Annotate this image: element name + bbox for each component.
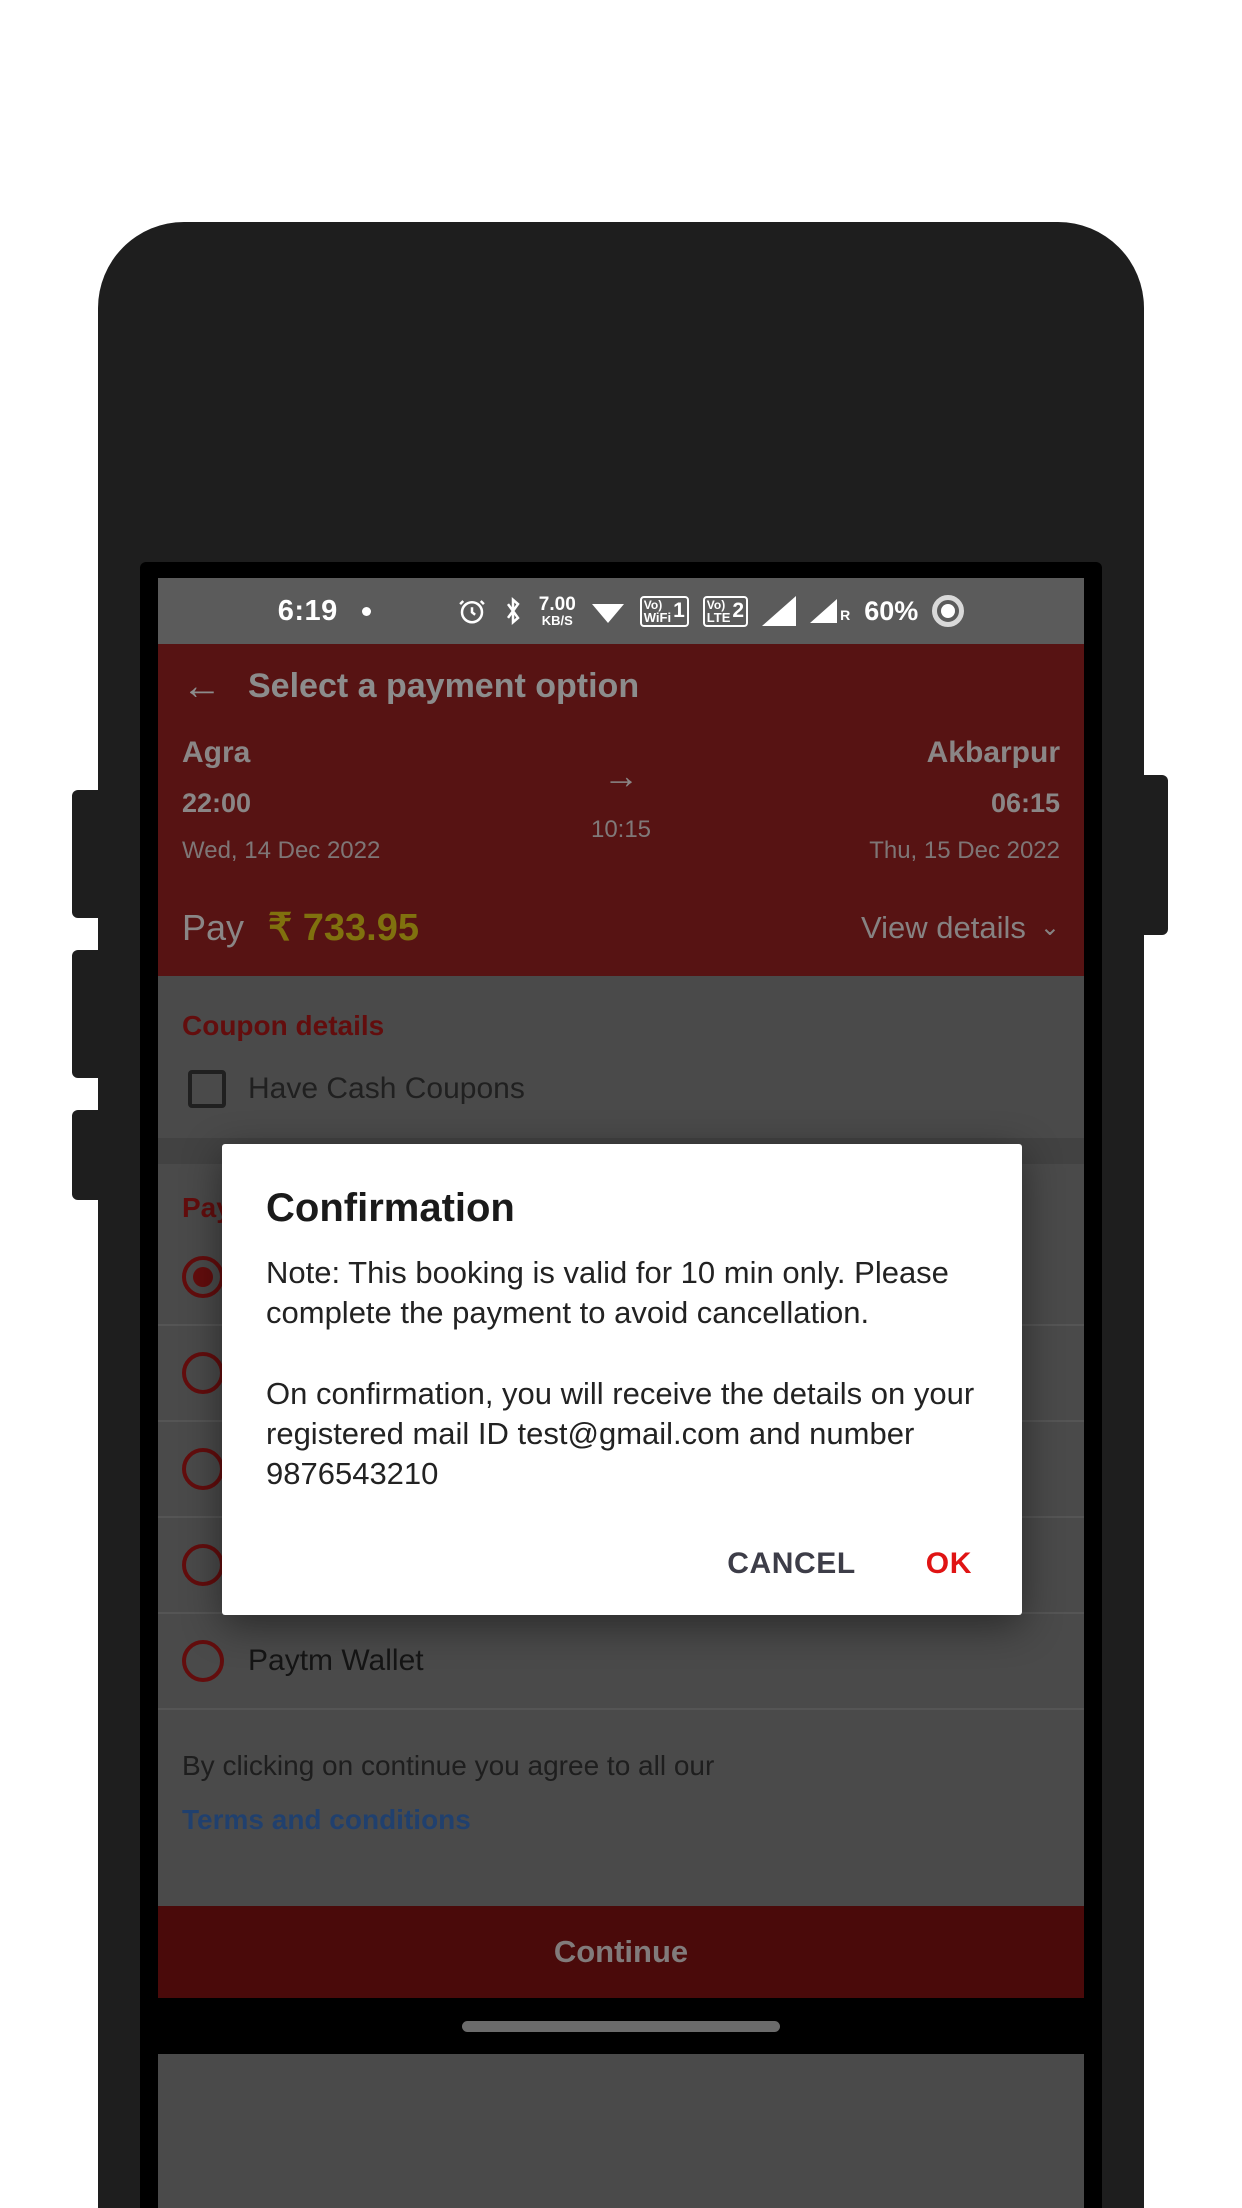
route-middle: → 10:15 [531, 754, 711, 844]
volte-bottom-label: LTE [706, 609, 731, 625]
vowifi-top-label: Vo) [643, 597, 663, 612]
confirmation-dialog: Confirmation Note: This booking is valid… [222, 1144, 1022, 1615]
payment-option-radio[interactable] [182, 1352, 224, 1394]
have-cash-coupons-row[interactable]: Have Cash Coupons [182, 1042, 1060, 1138]
bottom-spacer [158, 1836, 1084, 1906]
volume-down-button[interactable] [72, 950, 102, 1078]
vowifi-sim-number: 1 [673, 599, 685, 622]
pay-amount: ₹ 733.95 [268, 907, 420, 949]
alarm-icon [457, 596, 487, 626]
app-header: ← Select a payment option Agra 22:00 Wed… [158, 644, 1084, 976]
pay-label: Pay [182, 906, 245, 948]
route-summary: Agra 22:00 Wed, 14 Dec 2022 → 10:15 Akba… [182, 736, 1060, 865]
mute-switch-button[interactable] [72, 1110, 102, 1200]
coupon-section-title: Coupon details [182, 1010, 385, 1041]
roaming-label: R [840, 607, 851, 623]
data-rate-unit: KB/S [541, 613, 573, 628]
have-cash-coupons-checkbox[interactable] [188, 1070, 226, 1108]
home-indicator[interactable] [462, 2020, 780, 2032]
signal-strength-sim2-icon: R [810, 599, 850, 623]
pay-summary-row: Pay ₹ 733.95 View details ⌄ [182, 905, 1060, 950]
screenshot-canvas: 6:19 7.00 KB/S Vo) WiFi 1 Vo) LTE 2 R 60… [0, 0, 1242, 2208]
volume-up-button[interactable] [72, 790, 102, 918]
dialog-message: Note: This booking is valid for 10 min o… [266, 1255, 975, 1492]
destination-date: Thu, 15 Dec 2022 [869, 837, 1060, 864]
view-details-label: View details [861, 909, 1026, 945]
dialog-actions: CANCEL OK [266, 1547, 978, 1591]
origin-time: 22:00 [182, 788, 252, 818]
back-arrow-icon[interactable]: ← [182, 666, 222, 706]
page-title: Select a payment option [248, 666, 640, 705]
terms-and-conditions-link[interactable]: Terms and conditions [182, 1804, 1060, 1836]
home-indicator-area [158, 1998, 1084, 2054]
payment-option-radio[interactable] [182, 1448, 224, 1490]
chevron-down-icon: ⌄ [1039, 914, 1060, 941]
notification-dot-icon [361, 606, 371, 616]
coupon-section: Coupon details Have Cash Coupons [158, 976, 1084, 1138]
terms-section: By clicking on continue you agree to all… [158, 1710, 1084, 1836]
battery-percent: 60% [864, 595, 919, 626]
header-title-row: ← Select a payment option [182, 644, 1060, 728]
battery-icon [932, 595, 965, 627]
origin-date: Wed, 14 Dec 2022 [182, 837, 381, 864]
route-destination: Akbarpur 06:15 Thu, 15 Dec 2022 [711, 736, 1060, 865]
volte-top-label: Vo) [706, 597, 726, 612]
payment-option-row-paytm-wallet[interactable]: Paytm Wallet [158, 1614, 1084, 1710]
volte-sim2-icon: Vo) LTE 2 [702, 595, 749, 627]
vowifi-bottom-label: WiFi [643, 609, 672, 625]
status-bar: 6:19 7.00 KB/S Vo) WiFi 1 Vo) LTE 2 R 60… [158, 578, 1084, 644]
route-origin: Agra 22:00 Wed, 14 Dec 2022 [182, 736, 531, 865]
destination-city: Akbarpur [926, 736, 1060, 769]
continue-button[interactable]: Continue [158, 1906, 1084, 1998]
terms-agreement-text: By clicking on continue you agree to all… [182, 1750, 715, 1781]
origin-city: Agra [182, 736, 251, 769]
destination-time: 06:15 [990, 788, 1060, 818]
dialog-ok-button[interactable]: OK [926, 1547, 978, 1581]
dialog-title: Confirmation [266, 1186, 515, 1230]
data-rate-value: 7.00 [538, 594, 576, 615]
vowifi-sim1-icon: Vo) WiFi 1 [639, 595, 689, 627]
trip-duration: 10:15 [590, 815, 652, 843]
status-time: 6:19 [277, 594, 338, 627]
dialog-cancel-button[interactable]: CANCEL [727, 1547, 856, 1581]
data-rate-indicator: 7.00 KB/S [539, 595, 576, 627]
phone-screen: 6:19 7.00 KB/S Vo) WiFi 1 Vo) LTE 2 R 60… [158, 578, 1084, 2208]
wifi-icon [590, 597, 626, 625]
paytm-wallet-label: Paytm Wallet [248, 1644, 424, 1677]
power-button[interactable] [1140, 775, 1168, 935]
signal-strength-sim1-icon [762, 596, 797, 626]
paytm-wallet-radio[interactable] [182, 1640, 224, 1682]
payment-option-radio[interactable] [182, 1544, 224, 1586]
volte-sim-number: 2 [732, 599, 745, 622]
payment-option-radio[interactable] [182, 1256, 224, 1298]
bluetooth-icon [501, 596, 525, 626]
view-details-button[interactable]: View details ⌄ [861, 910, 1060, 946]
have-cash-coupons-label: Have Cash Coupons [248, 1072, 525, 1105]
route-arrow-icon: → [603, 754, 639, 796]
